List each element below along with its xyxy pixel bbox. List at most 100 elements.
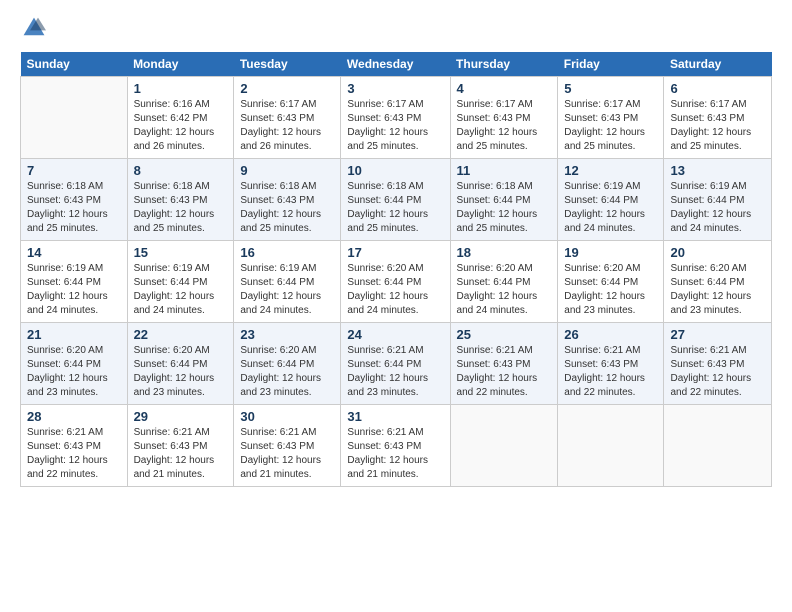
day-number: 20 — [670, 245, 765, 260]
day-number: 27 — [670, 327, 765, 342]
day-info: Sunrise: 6:19 AM Sunset: 6:44 PM Dayligh… — [670, 180, 765, 236]
logo-icon — [22, 16, 46, 40]
day-number: 13 — [670, 163, 765, 178]
day-number: 10 — [347, 163, 443, 178]
weekday-header-saturday: Saturday — [664, 52, 772, 77]
calendar-cell: 29 Sunrise: 6:21 AM Sunset: 6:43 PM Dayli… — [127, 405, 234, 487]
day-info: Sunrise: 6:19 AM Sunset: 6:44 PM Dayligh… — [564, 180, 657, 236]
calendar-cell — [450, 405, 558, 487]
weekday-header-friday: Friday — [558, 52, 664, 77]
day-info: Sunrise: 6:21 AM Sunset: 6:43 PM Dayligh… — [564, 344, 657, 400]
calendar-cell: 18 Sunrise: 6:20 AM Sunset: 6:44 PM Dayli… — [450, 241, 558, 323]
calendar-cell — [21, 77, 128, 159]
calendar-cell: 22Sunrise: 6:20 AM Sunset: 6:44 PM Dayli… — [127, 323, 234, 405]
calendar-cell: 15 Sunrise: 6:19 AM Sunset: 6:44 PM Dayli… — [127, 241, 234, 323]
day-number: 12 — [564, 163, 657, 178]
day-info: Sunrise: 6:20 AM Sunset: 6:44 PM Dayligh… — [27, 344, 121, 400]
day-number: 3 — [347, 81, 443, 96]
day-info: Sunrise: 6:18 AM Sunset: 6:43 PM Dayligh… — [27, 180, 121, 236]
calendar-cell: 26Sunrise: 6:21 AM Sunset: 6:43 PM Dayli… — [558, 323, 664, 405]
day-number: 4 — [457, 81, 552, 96]
calendar-cell: 19Sunrise: 6:20 AM Sunset: 6:44 PM Dayli… — [558, 241, 664, 323]
calendar-week-row: 28 Sunrise: 6:21 AM Sunset: 6:43 PM Dayli… — [21, 405, 772, 487]
day-number: 11 — [457, 163, 552, 178]
calendar-cell: 14 Sunrise: 6:19 AM Sunset: 6:44 PM Dayli… — [21, 241, 128, 323]
weekday-header-wednesday: Wednesday — [341, 52, 450, 77]
calendar-cell: 3 Sunrise: 6:17 AM Sunset: 6:43 PM Daylig… — [341, 77, 450, 159]
calendar-cell: 10 Sunrise: 6:18 AM Sunset: 6:44 PM Dayli… — [341, 159, 450, 241]
weekday-header-row: SundayMondayTuesdayWednesdayThursdayFrid… — [21, 52, 772, 77]
page: SundayMondayTuesdayWednesdayThursdayFrid… — [0, 0, 792, 612]
calendar-table: SundayMondayTuesdayWednesdayThursdayFrid… — [20, 52, 772, 487]
calendar-cell: 28Sunrise: 6:21 AM Sunset: 6:43 PM Dayli… — [21, 405, 128, 487]
day-number: 29 — [134, 409, 228, 424]
day-info: Sunrise: 6:20 AM Sunset: 6:44 PM Dayligh… — [564, 262, 657, 318]
day-number: 7 — [27, 163, 121, 178]
day-info: Sunrise: 6:21 AM Sunset: 6:43 PM Dayligh… — [134, 426, 228, 482]
calendar-week-row: 14 Sunrise: 6:19 AM Sunset: 6:44 PM Dayli… — [21, 241, 772, 323]
day-info: Sunrise: 6:21 AM Sunset: 6:44 PM Dayligh… — [347, 344, 443, 400]
header — [20, 16, 772, 40]
day-info: Sunrise: 6:18 AM Sunset: 6:44 PM Dayligh… — [347, 180, 443, 236]
day-number: 25 — [457, 327, 552, 342]
calendar-cell: 1Sunrise: 6:16 AM Sunset: 6:42 PM Daylig… — [127, 77, 234, 159]
day-number: 23 — [240, 327, 334, 342]
calendar-week-row: 7 Sunrise: 6:18 AM Sunset: 6:43 PM Daylig… — [21, 159, 772, 241]
calendar-cell: 20 Sunrise: 6:20 AM Sunset: 6:44 PM Dayli… — [664, 241, 772, 323]
logo — [20, 16, 46, 40]
calendar-cell: 25 Sunrise: 6:21 AM Sunset: 6:43 PM Dayli… — [450, 323, 558, 405]
calendar-cell: 12 Sunrise: 6:19 AM Sunset: 6:44 PM Dayli… — [558, 159, 664, 241]
day-number: 15 — [134, 245, 228, 260]
day-number: 8 — [134, 163, 228, 178]
day-info: Sunrise: 6:18 AM Sunset: 6:43 PM Dayligh… — [240, 180, 334, 236]
day-number: 17 — [347, 245, 443, 260]
day-info: Sunrise: 6:17 AM Sunset: 6:43 PM Dayligh… — [564, 98, 657, 154]
day-number: 2 — [240, 81, 334, 96]
day-info: Sunrise: 6:19 AM Sunset: 6:44 PM Dayligh… — [27, 262, 121, 318]
day-info: Sunrise: 6:21 AM Sunset: 6:43 PM Dayligh… — [240, 426, 334, 482]
calendar-cell: 2 Sunrise: 6:17 AM Sunset: 6:43 PM Daylig… — [234, 77, 341, 159]
day-info: Sunrise: 6:20 AM Sunset: 6:44 PM Dayligh… — [347, 262, 443, 318]
day-number: 31 — [347, 409, 443, 424]
calendar-cell: 30 Sunrise: 6:21 AM Sunset: 6:43 PM Dayli… — [234, 405, 341, 487]
calendar-cell: 31 Sunrise: 6:21 AM Sunset: 6:43 PM Dayli… — [341, 405, 450, 487]
day-info: Sunrise: 6:21 AM Sunset: 6:43 PM Dayligh… — [670, 344, 765, 400]
day-number: 14 — [27, 245, 121, 260]
day-info: Sunrise: 6:18 AM Sunset: 6:44 PM Dayligh… — [457, 180, 552, 236]
calendar-cell: 5 Sunrise: 6:17 AM Sunset: 6:43 PM Daylig… — [558, 77, 664, 159]
calendar-cell: 6Sunrise: 6:17 AM Sunset: 6:43 PM Daylig… — [664, 77, 772, 159]
day-number: 18 — [457, 245, 552, 260]
calendar-cell: 7 Sunrise: 6:18 AM Sunset: 6:43 PM Daylig… — [21, 159, 128, 241]
day-number: 21 — [27, 327, 121, 342]
day-number: 22 — [134, 327, 228, 342]
day-info: Sunrise: 6:19 AM Sunset: 6:44 PM Dayligh… — [240, 262, 334, 318]
day-number: 5 — [564, 81, 657, 96]
calendar-cell: 24Sunrise: 6:21 AM Sunset: 6:44 PM Dayli… — [341, 323, 450, 405]
calendar-cell: 27 Sunrise: 6:21 AM Sunset: 6:43 PM Dayli… — [664, 323, 772, 405]
day-info: Sunrise: 6:17 AM Sunset: 6:43 PM Dayligh… — [347, 98, 443, 154]
calendar-cell: 17 Sunrise: 6:20 AM Sunset: 6:44 PM Dayli… — [341, 241, 450, 323]
day-info: Sunrise: 6:21 AM Sunset: 6:43 PM Dayligh… — [347, 426, 443, 482]
day-info: Sunrise: 6:17 AM Sunset: 6:43 PM Dayligh… — [240, 98, 334, 154]
calendar-cell: 9 Sunrise: 6:18 AM Sunset: 6:43 PM Daylig… — [234, 159, 341, 241]
calendar-cell: 4 Sunrise: 6:17 AM Sunset: 6:43 PM Daylig… — [450, 77, 558, 159]
day-info: Sunrise: 6:20 AM Sunset: 6:44 PM Dayligh… — [457, 262, 552, 318]
day-info: Sunrise: 6:18 AM Sunset: 6:43 PM Dayligh… — [134, 180, 228, 236]
calendar-cell: 21 Sunrise: 6:20 AM Sunset: 6:44 PM Dayli… — [21, 323, 128, 405]
day-number: 9 — [240, 163, 334, 178]
day-number: 1 — [134, 81, 228, 96]
calendar-cell: 23 Sunrise: 6:20 AM Sunset: 6:44 PM Dayli… — [234, 323, 341, 405]
weekday-header-tuesday: Tuesday — [234, 52, 341, 77]
day-number: 30 — [240, 409, 334, 424]
day-number: 16 — [240, 245, 334, 260]
day-info: Sunrise: 6:21 AM Sunset: 6:43 PM Dayligh… — [457, 344, 552, 400]
weekday-header-sunday: Sunday — [21, 52, 128, 77]
weekday-header-monday: Monday — [127, 52, 234, 77]
day-info: Sunrise: 6:19 AM Sunset: 6:44 PM Dayligh… — [134, 262, 228, 318]
day-info: Sunrise: 6:20 AM Sunset: 6:44 PM Dayligh… — [670, 262, 765, 318]
day-info: Sunrise: 6:17 AM Sunset: 6:43 PM Dayligh… — [457, 98, 552, 154]
calendar-cell: 16 Sunrise: 6:19 AM Sunset: 6:44 PM Dayli… — [234, 241, 341, 323]
day-number: 28 — [27, 409, 121, 424]
day-info: Sunrise: 6:20 AM Sunset: 6:44 PM Dayligh… — [240, 344, 334, 400]
day-info: Sunrise: 6:17 AM Sunset: 6:43 PM Dayligh… — [670, 98, 765, 154]
